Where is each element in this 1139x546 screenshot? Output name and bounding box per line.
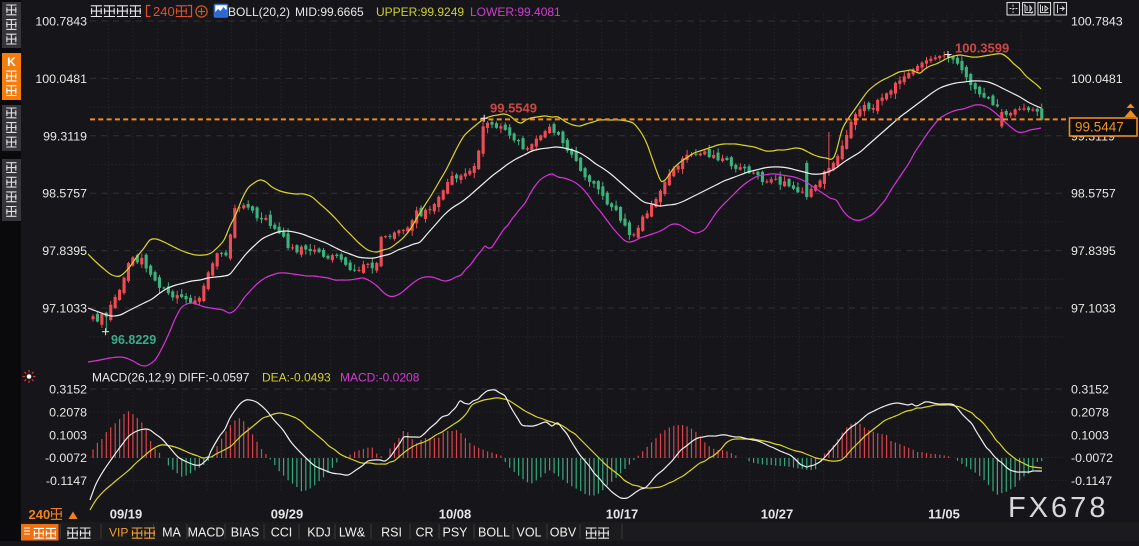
svg-text:0.3152: 0.3152 [1071, 383, 1109, 397]
svg-text:UPPER:99.9249: UPPER:99.9249 [376, 5, 464, 19]
svg-text:11/05: 11/05 [928, 507, 960, 522]
svg-text:VIP: VIP [109, 526, 128, 540]
svg-text:MA: MA [162, 526, 181, 540]
svg-text:RSI: RSI [381, 526, 402, 540]
svg-text:DEA:-0.0493: DEA:-0.0493 [262, 371, 331, 385]
svg-text:MID:99.6665: MID:99.6665 [295, 5, 364, 19]
svg-text:100.3599: 100.3599 [955, 41, 1009, 56]
svg-text:10/08: 10/08 [439, 507, 472, 522]
svg-text:98.5757: 98.5757 [1071, 187, 1116, 201]
svg-text:96.8229: 96.8229 [111, 333, 156, 347]
svg-text:97.1033: 97.1033 [1071, 302, 1116, 316]
svg-text:0.3152: 0.3152 [49, 383, 87, 397]
svg-text:97.1033: 97.1033 [42, 302, 87, 316]
svg-text:BIAS: BIAS [231, 526, 260, 540]
svg-text:100.0481: 100.0481 [35, 72, 87, 86]
svg-text:OBV: OBV [550, 526, 577, 540]
svg-text:PSY: PSY [442, 526, 468, 540]
svg-text:97.8395: 97.8395 [42, 244, 87, 258]
svg-text:-0.0072: -0.0072 [1071, 451, 1113, 465]
svg-text:MACD: MACD [188, 526, 225, 540]
svg-text:-0.0072: -0.0072 [45, 451, 87, 465]
svg-text:0.1003: 0.1003 [49, 429, 87, 443]
svg-text:99.5549: 99.5549 [490, 101, 537, 116]
svg-text:10/27: 10/27 [761, 507, 794, 522]
svg-text:97.8395: 97.8395 [1071, 244, 1116, 258]
svg-text:0.1003: 0.1003 [1071, 429, 1109, 443]
svg-text:99.5447: 99.5447 [1075, 120, 1124, 135]
svg-text:VOL: VOL [516, 526, 541, 540]
svg-text:100.7843: 100.7843 [35, 15, 87, 29]
svg-text:10/17: 10/17 [606, 507, 639, 522]
svg-text:BOLL(20,2): BOLL(20,2) [228, 5, 290, 19]
svg-text:LOWER:99.4081: LOWER:99.4081 [470, 5, 561, 19]
svg-text:K: K [7, 55, 16, 69]
svg-text:CR: CR [415, 526, 433, 540]
svg-text:100.0481: 100.0481 [1071, 72, 1123, 86]
svg-text:MACD:-0.0208: MACD:-0.0208 [340, 371, 420, 385]
svg-text:0.2078: 0.2078 [49, 406, 87, 420]
svg-text:BOLL: BOLL [478, 526, 510, 540]
svg-text:99.3119: 99.3119 [43, 129, 87, 143]
svg-text:98.5757: 98.5757 [42, 187, 87, 201]
svg-text:09/29: 09/29 [271, 507, 304, 522]
svg-text:240: 240 [29, 507, 51, 522]
svg-text:KDJ: KDJ [307, 526, 331, 540]
svg-text:FX678: FX678 [1008, 492, 1108, 524]
svg-text:100.7843: 100.7843 [1071, 15, 1123, 29]
svg-text:0.2078: 0.2078 [1071, 406, 1109, 420]
svg-text:-0.1147: -0.1147 [46, 474, 87, 488]
svg-text:-0.1147: -0.1147 [1071, 474, 1112, 488]
svg-text:09/19: 09/19 [110, 507, 143, 522]
svg-text:LW&: LW& [339, 526, 366, 540]
svg-text:MACD(26,12,9) DIFF:-0.0597: MACD(26,12,9) DIFF:-0.0597 [92, 371, 250, 385]
svg-text:CCI: CCI [271, 526, 293, 540]
svg-text:240: 240 [153, 4, 175, 19]
